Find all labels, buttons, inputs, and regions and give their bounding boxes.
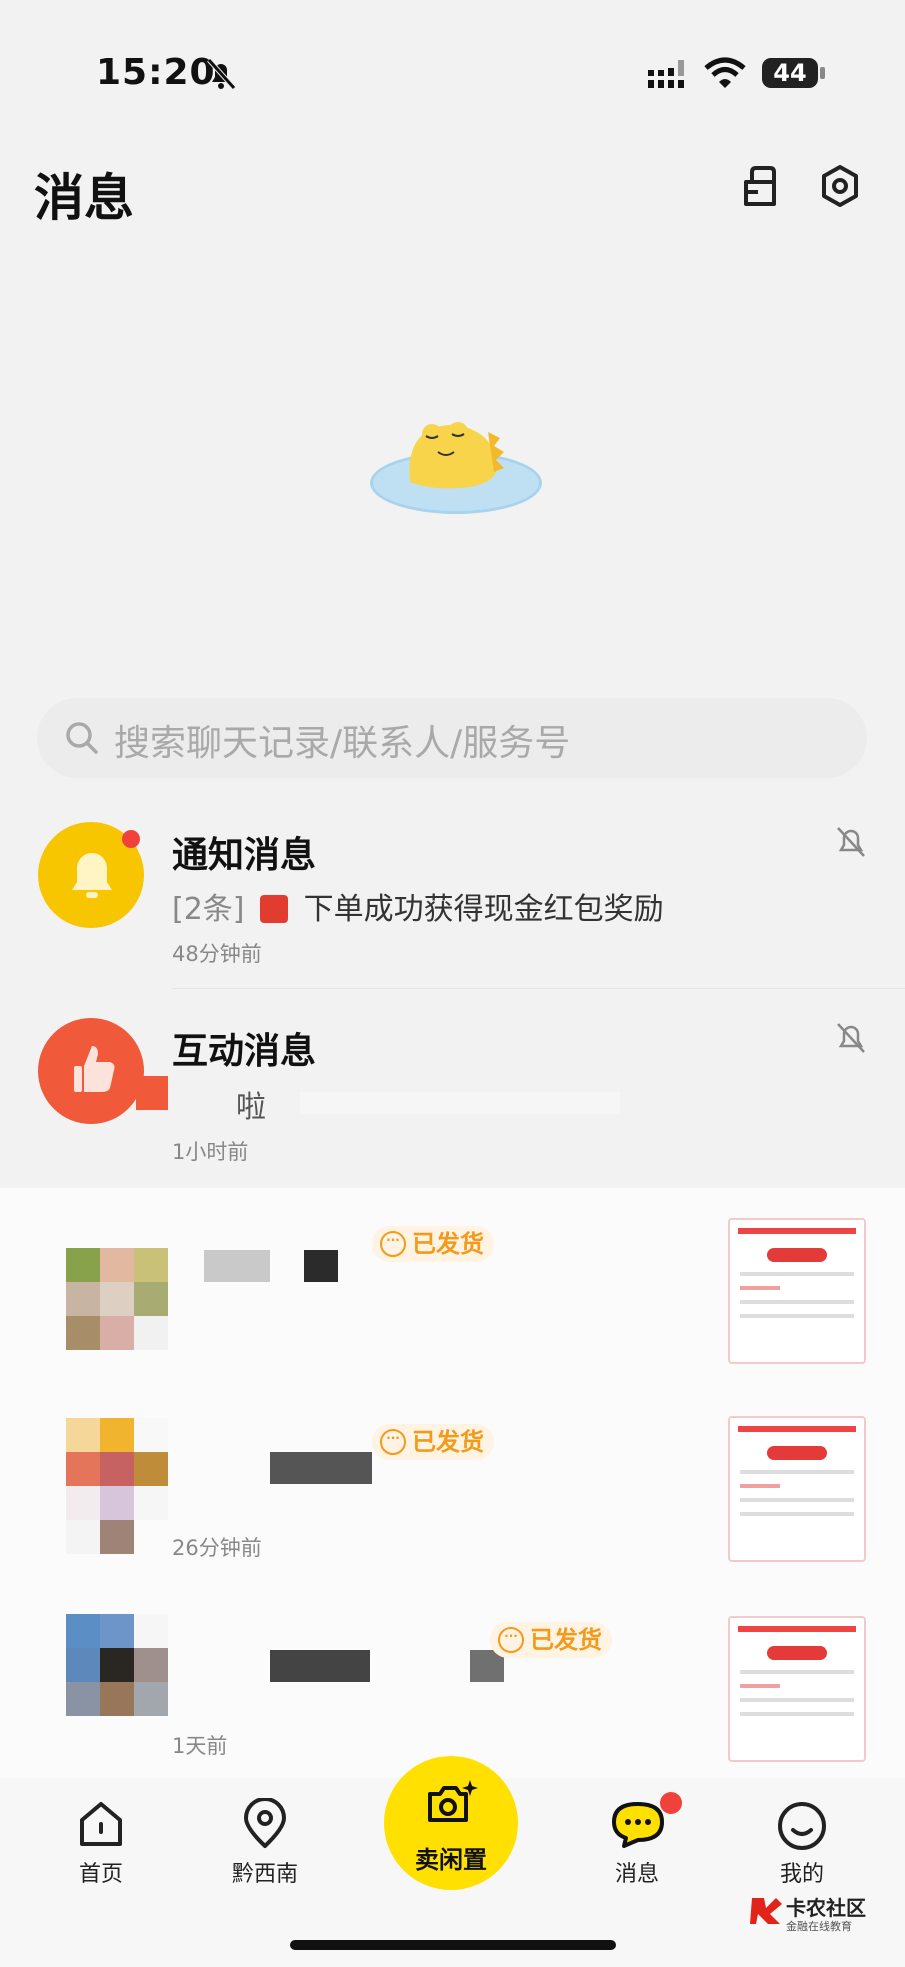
chat-avatar[interactable] xyxy=(66,1418,168,1554)
dots-icon: ··· xyxy=(498,1627,524,1653)
shipped-label: 已发货 xyxy=(412,1230,484,1258)
wifi-icon xyxy=(704,57,746,88)
shipped-badge: ··· 已发货 xyxy=(490,1622,612,1658)
product-thumbnail[interactable] xyxy=(728,1616,866,1762)
tab-messages[interactable]: 消息 xyxy=(577,1856,697,1888)
subtitle-text: 下单成功获得现金红包奖励 xyxy=(303,892,664,927)
shipped-badge: ··· 已发货 xyxy=(372,1226,494,1262)
watermark-logo-icon xyxy=(750,1898,782,1924)
message-count: [2条] xyxy=(172,892,245,927)
row-subtitle: [2条] 下单成功获得现金红包奖励 xyxy=(172,884,664,928)
censored-name xyxy=(270,1650,370,1682)
watermark-title: 卡农社区 xyxy=(786,1896,866,1920)
battery-indicator: 44 xyxy=(762,58,818,88)
unread-dot xyxy=(122,830,140,848)
camera-plus-icon xyxy=(428,1780,478,1822)
search-input[interactable]: 搜索聊天记录/联系人/服务号 xyxy=(114,714,570,766)
row-subtitle: 啦 xyxy=(236,1090,266,1125)
chat-time: 26分钟前 xyxy=(172,1536,262,1560)
product-thumbnail[interactable] xyxy=(728,1416,866,1562)
chat-time: 1天前 xyxy=(172,1734,228,1758)
shipped-label: 已发货 xyxy=(530,1626,602,1654)
smile-face-icon[interactable] xyxy=(776,1800,828,1852)
censored-text xyxy=(300,1092,620,1114)
divider xyxy=(172,988,905,989)
location-icon[interactable] xyxy=(242,1798,288,1850)
notification-bell-icon xyxy=(72,853,112,898)
product-thumbnail[interactable] xyxy=(728,1218,866,1364)
cellular-signal-icon xyxy=(648,60,684,88)
settings-gear-icon[interactable] xyxy=(818,164,862,208)
silent-bell-icon xyxy=(207,58,236,90)
chat-avatar[interactable] xyxy=(66,1614,168,1716)
tab-mine[interactable]: 我的 xyxy=(742,1856,862,1888)
message-bubble-icon[interactable] xyxy=(610,1800,666,1850)
row-title: 互动消息 xyxy=(172,1031,317,1072)
dots-icon: ··· xyxy=(380,1429,406,1455)
page-title: 消息 xyxy=(34,169,134,227)
censor-block xyxy=(136,1076,168,1110)
row-time: 48分钟前 xyxy=(172,942,262,966)
battery-tip xyxy=(820,67,825,79)
watermark-subtitle: 金融在线教育 xyxy=(786,1920,852,1933)
search-icon xyxy=(66,722,98,754)
tab-home[interactable]: 首页 xyxy=(41,1856,161,1888)
home-indicator xyxy=(290,1940,616,1950)
censored-name xyxy=(270,1452,372,1484)
row-title: 通知消息 xyxy=(172,835,317,876)
chat-avatar[interactable] xyxy=(66,1248,168,1350)
dots-icon: ··· xyxy=(380,1231,406,1257)
tab-local[interactable]: 黔西南 xyxy=(205,1856,325,1888)
shipped-badge: ··· 已发货 xyxy=(372,1424,494,1460)
mute-icon[interactable] xyxy=(834,824,868,860)
censored-name xyxy=(204,1250,270,1282)
status-time: 15:20 xyxy=(96,52,216,93)
censored-name xyxy=(304,1250,338,1282)
fish-mascot-icon xyxy=(409,422,504,489)
row-time: 1小时前 xyxy=(172,1140,249,1164)
gift-icon xyxy=(260,895,289,923)
bag-icon[interactable] xyxy=(738,164,782,208)
unread-dot xyxy=(660,1792,682,1814)
thumbs-up-icon xyxy=(74,1046,115,1092)
shipped-label: 已发货 xyxy=(412,1428,484,1456)
mute-icon[interactable] xyxy=(834,1020,868,1056)
home-icon[interactable] xyxy=(78,1800,124,1850)
sell-label: 卖闲置 xyxy=(415,1846,487,1874)
